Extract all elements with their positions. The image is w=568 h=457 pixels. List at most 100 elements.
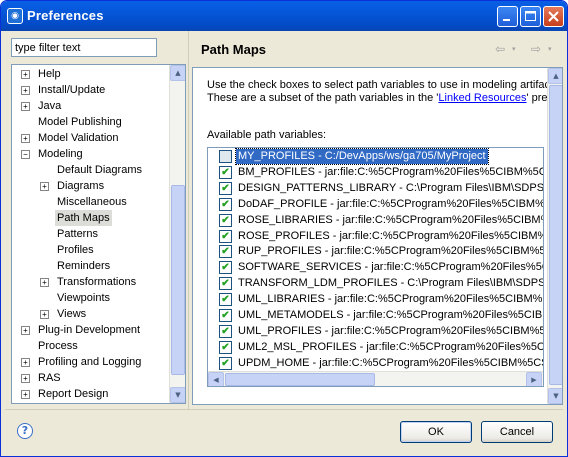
title-bar[interactable]: ◉ Preferences xyxy=(1,1,567,31)
tree-item-label: Transformations xyxy=(57,276,137,288)
expand-icon[interactable]: + xyxy=(21,374,30,383)
back-arrow-icon[interactable]: ⇦ xyxy=(495,42,505,56)
filter-input[interactable] xyxy=(11,38,157,57)
tree-item[interactable]: + Transformations xyxy=(12,274,169,290)
tree-item[interactable]: + Help xyxy=(12,66,169,82)
path-variable-row[interactable]: ✔ UML_METAMODELS - jar:file:C:%5CProgram%… xyxy=(208,308,543,323)
scroll-left-button[interactable]: ◀ xyxy=(208,372,224,386)
path-variable-row[interactable]: ✔ DoDAF_PROFILE - jar:file:C:%5CProgram%2… xyxy=(208,197,543,212)
cancel-button[interactable]: Cancel xyxy=(481,421,553,443)
tree-item[interactable]: Miscellaneous xyxy=(12,194,169,210)
forward-dropdown-icon[interactable]: ▾ xyxy=(548,45,552,53)
path-variable-label: UML2_MSL_PROFILES - jar:file:C:%5CProgra… xyxy=(238,340,544,353)
path-variable-row[interactable]: MY_PROFILES - C:/DevApps/ws/ga705/MyProj… xyxy=(208,148,538,165)
tree-item[interactable]: Reminders xyxy=(12,258,169,274)
expand-icon[interactable]: + xyxy=(21,134,30,143)
tree-item[interactable]: +Requirement Management xyxy=(12,402,169,403)
checkbox[interactable]: ✔ xyxy=(219,181,232,195)
tree-item-label: Help xyxy=(38,68,61,80)
forward-arrow-icon[interactable]: ⇨ xyxy=(531,42,541,56)
tree-item[interactable]: Profiles xyxy=(12,242,169,258)
expand-icon[interactable]: + xyxy=(21,390,30,399)
minimize-button[interactable] xyxy=(497,6,518,27)
tree-item[interactable]: + Java xyxy=(12,98,169,114)
path-variable-row[interactable]: ✔ UPDM_HOME - jar:file:C:%5CProgram%20Fil… xyxy=(208,356,543,371)
checkbox[interactable]: ✔ xyxy=(219,165,232,179)
path-variable-row[interactable]: ✔ UML_LIBRARIES - jar:file:C:%5CProgram%2… xyxy=(208,292,543,307)
close-button[interactable] xyxy=(543,6,564,27)
tree-item-label: Plug-in Development xyxy=(38,324,141,336)
path-variable-row[interactable]: ✔ UML2_MSL_PROFILES - jar:file:C:%5CProgr… xyxy=(208,340,543,355)
checkbox[interactable]: ✔ xyxy=(219,229,232,243)
path-variables-list[interactable]: MY_PROFILES - C:/DevApps/ws/ga705/MyProj… xyxy=(207,147,544,387)
tree-item[interactable]: + RAS xyxy=(12,370,169,386)
list-horizontal-scrollbar[interactable]: ◀ ▶ xyxy=(208,371,543,386)
path-variable-row[interactable]: ✔ DESIGN_PATTERNS_LIBRARY - C:\Program Fi… xyxy=(208,181,543,196)
tree-item[interactable]: + Profiling and Logging xyxy=(12,354,169,370)
tree-item[interactable]: + Report Design xyxy=(12,386,169,402)
tree-item[interactable]: Viewpoints xyxy=(12,290,169,306)
expand-icon[interactable]: + xyxy=(21,326,30,335)
path-variable-row[interactable]: ✔ SOFTWARE_SERVICES - jar:file:C:%5CProgr… xyxy=(208,260,543,275)
tree-item[interactable]: + Install/Update xyxy=(12,82,169,98)
help-icon[interactable]: ? xyxy=(17,423,33,439)
linked-resources-link[interactable]: Linked Resources xyxy=(438,92,526,104)
expand-icon[interactable]: + xyxy=(40,310,49,319)
scroll-up-button[interactable]: ▲ xyxy=(170,65,185,81)
tree-item-label: Modeling xyxy=(38,148,83,160)
tree-item[interactable]: + Views xyxy=(12,306,169,322)
expand-icon[interactable]: + xyxy=(21,70,30,79)
checkbox[interactable]: ✔ xyxy=(219,356,232,370)
tree-item[interactable]: Path Maps xyxy=(12,210,169,226)
pane-scroll-down-button[interactable]: ▼ xyxy=(548,388,562,404)
expand-icon[interactable]: + xyxy=(21,102,30,111)
checkbox[interactable] xyxy=(219,150,232,163)
splitter[interactable] xyxy=(188,31,189,409)
checkbox[interactable]: ✔ xyxy=(219,340,232,354)
checkbox[interactable]: ✔ xyxy=(219,213,232,227)
checkbox[interactable]: ✔ xyxy=(219,309,232,322)
horizontal-scroll-thumb[interactable] xyxy=(225,373,375,386)
checkbox[interactable]: ✔ xyxy=(219,324,232,338)
scroll-thumb[interactable] xyxy=(171,185,185,375)
tree-item[interactable]: Process xyxy=(12,338,169,354)
path-variable-row[interactable]: ✔ ROSE_LIBRARIES - jar:file:C:%5CProgram%… xyxy=(208,213,543,228)
eclipse-app-icon: ◉ xyxy=(7,8,23,24)
path-variable-row[interactable]: ✔ RUP_PROFILES - jar:file:C:%5CProgram%20… xyxy=(208,244,543,259)
checkbox[interactable]: ✔ xyxy=(219,261,232,275)
checkbox[interactable]: ✔ xyxy=(219,245,232,259)
path-variable-row[interactable]: ✔ ROSE_PROFILES - jar:file:C:%5CProgram%2… xyxy=(208,229,543,244)
scroll-down-button[interactable]: ▼ xyxy=(170,387,185,403)
checkbox[interactable]: ✔ xyxy=(219,293,232,307)
tree-vertical-scrollbar[interactable]: ▲ ▼ xyxy=(169,65,185,403)
tree-item-label: Views xyxy=(57,308,87,320)
back-dropdown-icon[interactable]: ▾ xyxy=(512,45,516,53)
path-variable-row[interactable]: ✔ TRANSFORM_LDM_PROFILES - C:\Program Fil… xyxy=(208,276,543,291)
tree-item[interactable]: Model Publishing xyxy=(12,114,169,130)
checkbox[interactable]: ✔ xyxy=(219,277,232,291)
pane-scroll-thumb[interactable] xyxy=(549,85,562,385)
expand-icon[interactable]: + xyxy=(40,182,49,191)
tree-item[interactable]: + Plug-in Development xyxy=(12,322,169,338)
scroll-right-button[interactable]: ▶ xyxy=(526,372,542,386)
tree-item[interactable]: Patterns xyxy=(12,226,169,242)
ok-button[interactable]: OK xyxy=(400,421,472,443)
checkbox[interactable]: ✔ xyxy=(219,197,232,211)
tree-item-label: Model Publishing xyxy=(38,116,122,128)
tree-item[interactable]: + Diagrams xyxy=(12,178,169,194)
pane-scroll-up-button[interactable]: ▲ xyxy=(548,68,562,84)
tree-item[interactable]: Default Diagrams xyxy=(12,162,169,178)
expand-icon[interactable]: + xyxy=(21,358,30,367)
path-variable-row[interactable]: ✔ BM_PROFILES - jar:file:C:%5CProgram%20F… xyxy=(208,165,543,180)
tree-item[interactable]: − Modeling xyxy=(12,146,169,162)
maximize-button[interactable] xyxy=(520,6,541,27)
expand-icon[interactable]: + xyxy=(40,278,49,287)
preference-tree[interactable]: + Help + Install/Update + Java Model Publishin… xyxy=(11,64,186,404)
pane-vertical-scrollbar[interactable]: ▲ ▼ xyxy=(547,68,562,404)
path-variable-row[interactable]: ✔ UML_PROFILES - jar:file:C:%5CProgram%20… xyxy=(208,324,543,339)
expand-icon[interactable]: + xyxy=(21,86,30,95)
tree-item-label: Default Diagrams xyxy=(57,164,142,176)
collapse-icon[interactable]: − xyxy=(21,150,30,159)
tree-item[interactable]: + Model Validation xyxy=(12,130,169,146)
page-title: Path Maps xyxy=(201,42,267,57)
